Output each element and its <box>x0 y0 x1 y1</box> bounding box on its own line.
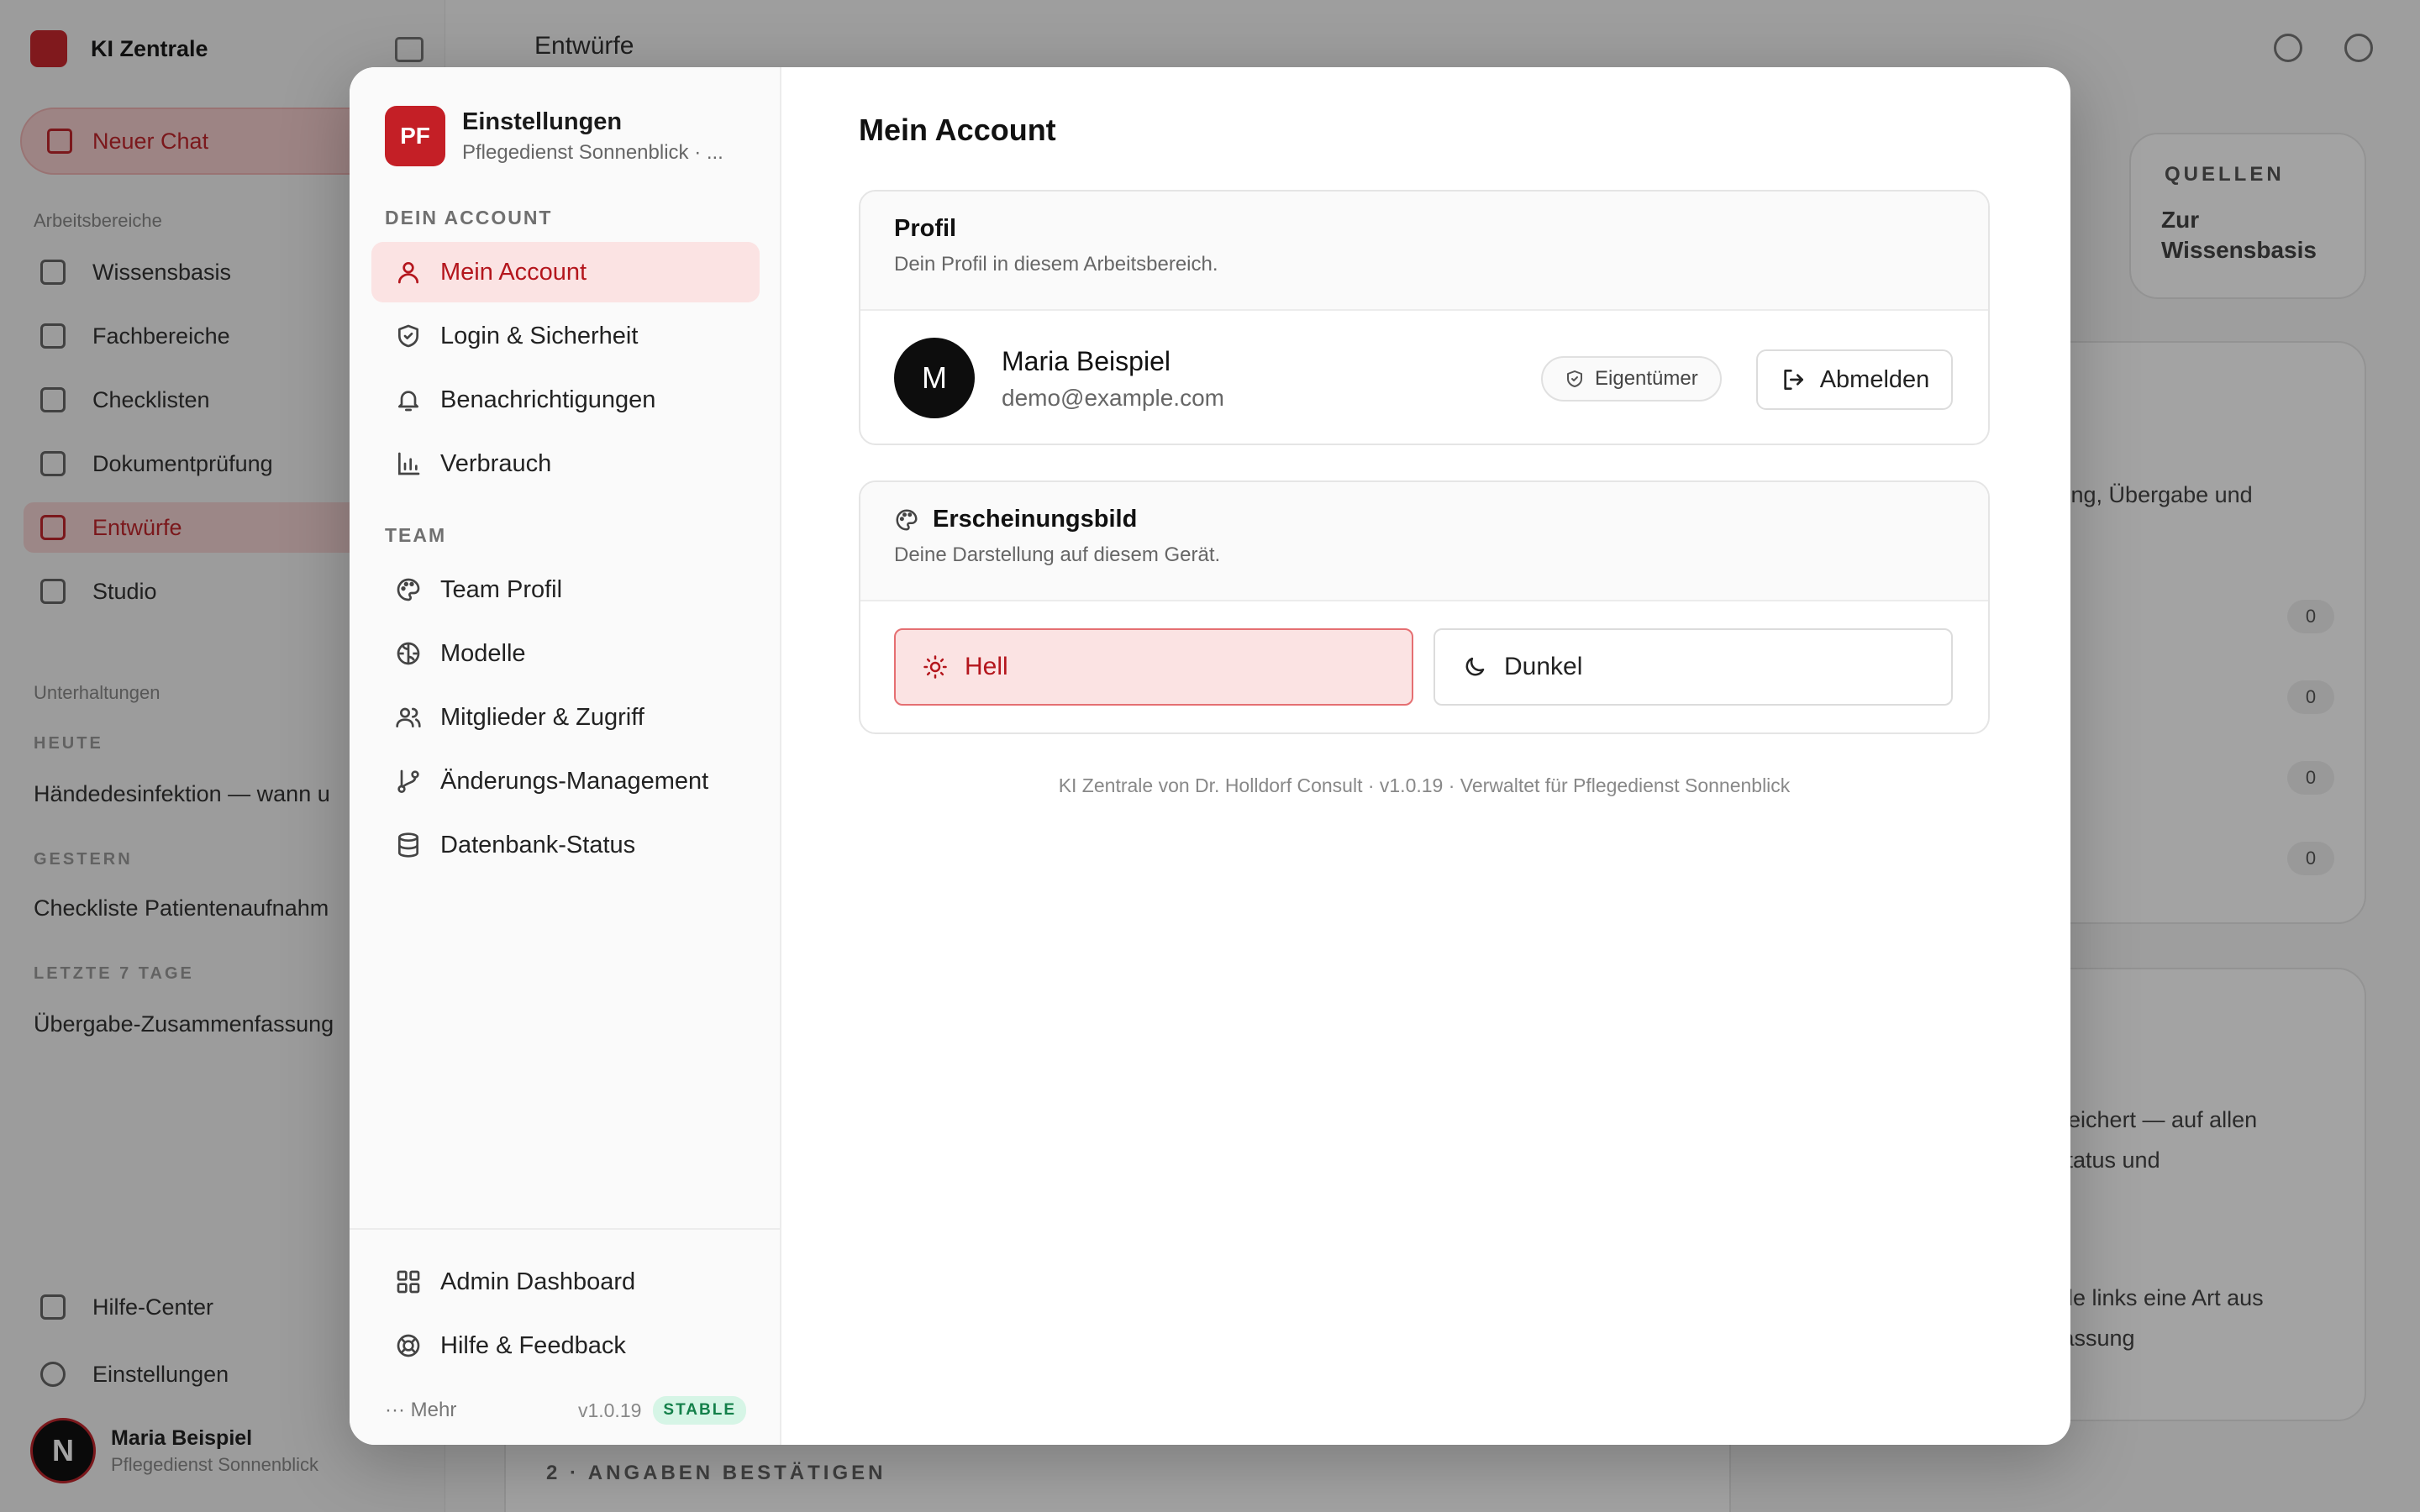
settings-item-login-sicherheit[interactable]: Login & Sicherheit <box>371 306 760 366</box>
profile-email: demo@example.com <box>1002 385 1224 411</box>
divider <box>350 1228 781 1230</box>
settings-header: PF Einstellungen Pflegedienst Sonnenblic… <box>385 106 723 166</box>
settings-item-admin-dashboard[interactable]: Admin Dashboard <box>371 1252 760 1312</box>
logout-button[interactable]: Abmelden <box>1756 349 1953 410</box>
appearance-description: Deine Darstellung auf diesem Gerät. <box>894 543 1221 566</box>
shield-check-icon <box>1567 370 1582 387</box>
grid-icon <box>397 1270 420 1294</box>
avatar: M <box>894 338 975 418</box>
settings-item-verbrauch[interactable]: Verbrauch <box>371 433 760 494</box>
appearance-card-header: Erscheinungsbild Deine Darstellung auf d… <box>860 482 1988 601</box>
settings-item-label: Admin Dashboard <box>440 1268 636 1295</box>
settings-content: Mein Account Profil Dein Profil in diese… <box>781 67 2070 1445</box>
settings-item-hilfe-feedback[interactable]: Hilfe & Feedback <box>371 1315 760 1376</box>
settings-item-label: Verbrauch <box>440 449 552 477</box>
settings-item-benachrichtigungen[interactable]: Benachrichtigungen <box>371 370 760 430</box>
footer-note: KI Zentrale von Dr. Holldorf Consult · v… <box>1058 774 1791 796</box>
shield-icon <box>398 324 418 348</box>
profile-title: Profil <box>894 215 957 242</box>
brain-icon <box>397 642 420 665</box>
more-button[interactable]: ··· Mehr <box>385 1399 456 1422</box>
bar-chart-icon <box>398 452 420 475</box>
status-badge: STABLE <box>653 1396 746 1425</box>
palette-icon <box>397 578 420 601</box>
logout-label: Abmelden <box>1819 365 1930 393</box>
content-title: Mein Account <box>859 113 1056 147</box>
settings-item-label: Benachrichtigungen <box>440 386 656 413</box>
user-icon <box>398 262 418 284</box>
settings-item-aenderungs-management[interactable]: Änderungs-Management <box>371 751 760 811</box>
settings-title: Einstellungen <box>462 108 623 135</box>
role-badge: Eigentümer <box>1541 356 1722 402</box>
profile-card: Profil Dein Profil in diesem Arbeitsbere… <box>859 190 1990 445</box>
profile-name: Maria Beispiel <box>1002 346 1171 376</box>
theme-dark-button[interactable]: Dunkel <box>1434 628 1953 706</box>
theme-light-label: Hell <box>965 653 1008 680</box>
settings-item-label: Modelle <box>440 639 526 667</box>
version-label: v1.0.19 <box>577 1399 642 1421</box>
section-team: TEAM <box>385 524 447 546</box>
settings-footer: ··· Mehr v1.0.19 STABLE <box>385 1396 746 1425</box>
settings-item-label: Login & Sicherheit <box>440 322 639 349</box>
section-account: DEIN ACCOUNT <box>385 207 553 228</box>
appearance-card: Erscheinungsbild Deine Darstellung auf d… <box>859 480 1990 734</box>
theme-dark-label: Dunkel <box>1504 653 1583 680</box>
logout-icon <box>1784 370 1803 390</box>
lifebuoy-icon <box>397 1334 420 1357</box>
settings-item-label: Hilfe & Feedback <box>440 1331 626 1359</box>
appearance-title: Erscheinungsbild <box>933 506 1138 533</box>
settings-item-datenbank-status[interactable]: Datenbank-Status <box>371 815 760 875</box>
users-icon <box>396 707 421 727</box>
role-label: Eigentümer <box>1595 367 1698 390</box>
settings-sidebar: PF Einstellungen Pflegedienst Sonnenblic… <box>350 67 781 1445</box>
bell-icon <box>398 391 418 412</box>
settings-item-modelle[interactable]: Modelle <box>371 623 760 684</box>
database-icon <box>398 832 418 858</box>
sun-icon <box>923 655 947 679</box>
git-branch-icon <box>397 769 419 793</box>
settings-subtitle: Pflegedienst Sonnenblick · ... <box>462 140 723 164</box>
settings-item-label: Team Profil <box>440 575 563 603</box>
settings-item-label: Mitglieder & Zugriff <box>440 703 644 731</box>
profile-description: Dein Profil in diesem Arbeitsbereich. <box>894 253 1218 276</box>
settings-modal: PF Einstellungen Pflegedienst Sonnenblic… <box>350 67 2070 1445</box>
moon-icon <box>1465 657 1485 676</box>
palette-icon <box>896 508 918 531</box>
settings-item-label: Änderungs-Management <box>440 767 709 795</box>
theme-light-button[interactable]: Hell <box>894 628 1413 706</box>
settings-item-label: Mein Account <box>440 258 587 286</box>
appearance-title-row: Erscheinungsbild <box>894 506 1954 533</box>
profile-card-header: Profil Dein Profil in diesem Arbeitsbere… <box>860 192 1988 311</box>
settings-item-label: Datenbank-Status <box>440 831 636 858</box>
org-logo: PF <box>385 106 445 166</box>
settings-item-team-profil[interactable]: Team Profil <box>371 559 760 620</box>
theme-options: Hell Dunkel <box>894 628 1953 706</box>
settings-item-mitglieder[interactable]: Mitglieder & Zugriff <box>371 687 760 748</box>
settings-item-mein-account[interactable]: Mein Account <box>371 242 760 302</box>
profile-row: M Maria Beispiel demo@example.com Eigent… <box>860 311 1988 444</box>
